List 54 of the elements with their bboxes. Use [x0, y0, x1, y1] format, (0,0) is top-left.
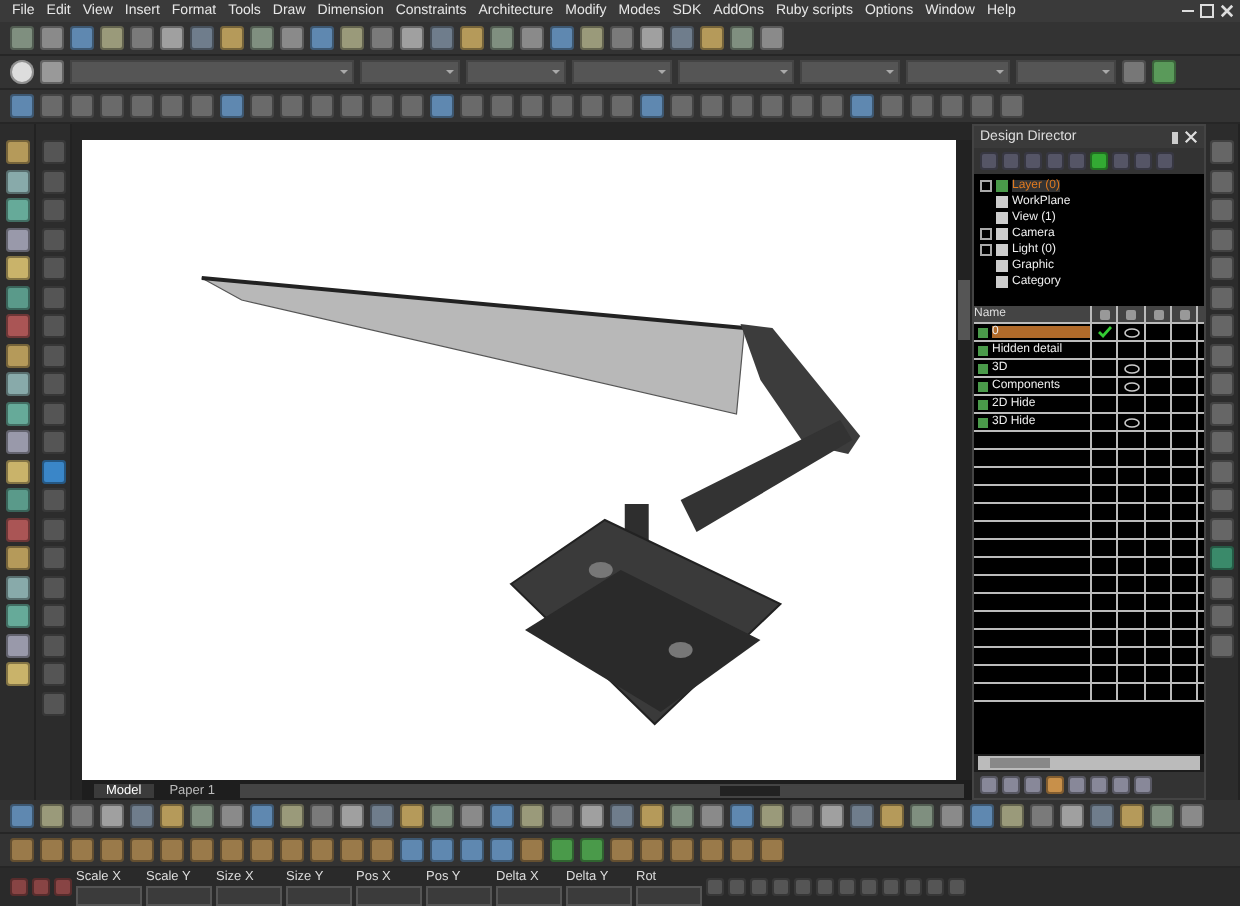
node-icon — [996, 260, 1008, 272]
tool-icon[interactable] — [5, 517, 29, 541]
input-field[interactable] — [146, 885, 212, 905]
horizontal-scrollbar[interactable] — [978, 756, 1200, 770]
tool-icon[interactable] — [5, 343, 29, 367]
input-field[interactable] — [566, 885, 632, 905]
close-icon[interactable] — [1220, 4, 1234, 18]
restore-icon[interactable] — [1200, 4, 1214, 18]
tool-icon[interactable] — [5, 604, 29, 628]
drawing-viewport[interactable] — [82, 140, 956, 780]
checkmark-icon[interactable] — [1097, 326, 1111, 338]
tool-icon[interactable] — [5, 285, 29, 309]
tool-icon[interactable] — [5, 140, 29, 164]
dropdown-field[interactable] — [360, 60, 460, 84]
dropdown-field[interactable] — [70, 60, 354, 84]
tool-icon[interactable] — [41, 459, 65, 483]
dropdown-field[interactable] — [572, 60, 672, 84]
tool-icon[interactable] — [5, 169, 29, 193]
tool-icon[interactable] — [5, 372, 29, 396]
node-icon — [996, 196, 1008, 208]
tool-icon[interactable] — [5, 430, 29, 454]
tool-icon[interactable] — [5, 198, 29, 222]
input-field[interactable] — [216, 885, 282, 905]
tool-icon[interactable] — [5, 633, 29, 657]
tool-icon[interactable] — [5, 227, 29, 251]
input-field[interactable] — [286, 885, 352, 905]
vertical-scrollbar[interactable] — [956, 140, 972, 780]
tool-icon[interactable] — [5, 459, 29, 483]
node-icon — [996, 276, 1008, 288]
tool-icon[interactable] — [5, 662, 29, 686]
node-icon — [996, 228, 1008, 240]
input-field[interactable] — [496, 885, 562, 905]
tool-icon[interactable] — [5, 488, 29, 512]
node-icon — [996, 180, 1008, 192]
node-icon — [996, 212, 1008, 224]
dropdown-field[interactable] — [1016, 60, 1116, 84]
tool-icon[interactable] — [5, 546, 29, 570]
node-icon — [996, 244, 1008, 256]
minimize-icon[interactable] — [1182, 9, 1194, 13]
input-field[interactable] — [76, 885, 142, 905]
horizontal-scrollbar[interactable] — [239, 783, 964, 797]
tool-icon[interactable] — [5, 575, 29, 599]
close-icon[interactable] — [1184, 130, 1198, 144]
input-field[interactable] — [426, 885, 492, 905]
expand-icon[interactable] — [980, 180, 992, 192]
input-field[interactable] — [636, 885, 702, 905]
input-field[interactable] — [356, 885, 422, 905]
tool-icon[interactable] — [5, 314, 29, 338]
dropdown-field[interactable] — [906, 60, 1010, 84]
dropdown-field[interactable] — [466, 60, 566, 84]
dropdown-field[interactable] — [678, 60, 794, 84]
tool-icon[interactable] — [5, 401, 29, 425]
tool-icon[interactable] — [5, 256, 29, 280]
dropdown-field[interactable] — [800, 60, 900, 84]
